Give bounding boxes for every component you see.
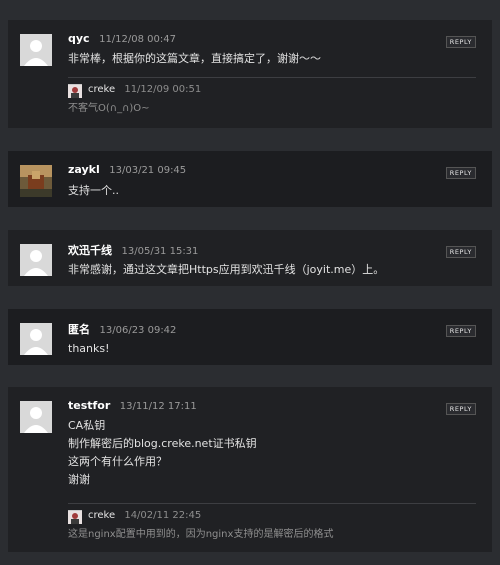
reply-button[interactable]: REPLY — [445, 325, 476, 337]
comment-text-line: 非常棒，根据你的这篇文章，直接搞定了，谢谢～～ — [68, 52, 321, 65]
reply-text: 这是nginx配置中用到的，因为nginx支持的是解密后的格式 — [68, 529, 334, 540]
reply-date: 11/12/09 00:51 — [124, 84, 202, 95]
comment-author[interactable]: 匿名 — [68, 323, 90, 336]
comment-author[interactable]: testfor — [68, 399, 110, 412]
comment-item: qyc 11/12/08 00:47 REPLY 非常棒，根据你的这篇文章，直接… — [8, 20, 492, 128]
comment-author[interactable]: qyc — [68, 32, 90, 45]
reply-button[interactable]: REPLY — [445, 36, 476, 48]
comment-author[interactable]: 欢迅千线 — [68, 244, 112, 257]
comment-item: 匿名 13/06/23 09:42 REPLY thanks! — [8, 309, 492, 365]
comment-body: 支持一个.. — [68, 182, 119, 200]
avatar — [68, 84, 82, 98]
reply-button[interactable]: REPLY — [445, 403, 476, 415]
comment-date: 11/12/08 00:47 — [99, 34, 176, 45]
comment-text-line: CA私钥 — [68, 419, 106, 432]
comment-text-line: thanks! — [68, 342, 110, 355]
comment-text-line: 制作解密后的blog.creke.net证书私钥 — [68, 437, 257, 450]
avatar — [20, 165, 52, 197]
comment-item: testfor 13/11/12 17:11 REPLY CA私钥 制作解密后的… — [8, 387, 492, 552]
comment-date: 13/11/12 17:11 — [119, 401, 197, 412]
comment-text-line: 谢谢 — [68, 473, 90, 486]
reply-meta: creke 11/12/09 00:51 — [88, 84, 201, 95]
comment-date: 13/03/21 09:45 — [109, 165, 187, 176]
reply-author[interactable]: creke — [88, 510, 115, 521]
avatar-placeholder-icon — [20, 401, 52, 433]
comment-meta: testfor 13/11/12 17:11 — [68, 399, 197, 412]
avatar-placeholder-icon — [20, 323, 52, 355]
comment-date: 13/06/23 09:42 — [99, 325, 177, 336]
reply-meta: creke 14/02/11 22:45 — [88, 510, 201, 521]
nested-reply: creke 14/02/11 22:45 这是nginx配置中用到的，因为ngi… — [68, 503, 476, 540]
nested-reply: creke 11/12/09 00:51 不客气O(∩_∩)O~ — [68, 77, 476, 114]
reply-text: 不客气O(∩_∩)O~ — [68, 103, 150, 114]
comment-body: 非常棒，根据你的这篇文章，直接搞定了，谢谢～～ — [68, 50, 321, 68]
comment-item: 欢迅千线 13/05/31 15:31 REPLY 非常感谢，通过这文章把Htt… — [8, 230, 492, 286]
comment-text-line: 非常感谢，通过这文章把Https应用到欢迅千线（joyit.me）上。 — [68, 263, 385, 276]
comment-meta: zaykl 13/03/21 09:45 — [68, 163, 186, 176]
comment-date: 13/05/31 15:31 — [121, 246, 199, 257]
comment-body: 非常感谢，通过这文章把Https应用到欢迅千线（joyit.me）上。 — [68, 261, 384, 279]
comment-meta: qyc 11/12/08 00:47 — [68, 32, 176, 45]
comment-body: thanks! — [68, 340, 110, 358]
reply-author[interactable]: creke — [88, 84, 115, 95]
comment-text-line: 这两个有什么作用？ — [68, 455, 167, 468]
avatar — [68, 510, 82, 524]
reply-date: 14/02/11 22:45 — [124, 510, 202, 521]
reply-button[interactable]: REPLY — [445, 246, 476, 258]
comment-author[interactable]: zaykl — [68, 163, 100, 176]
avatar-placeholder-icon — [20, 244, 52, 276]
comment-text-line: 支持一个.. — [68, 184, 119, 197]
comment-body: CA私钥 制作解密后的blog.creke.net证书私钥 这两个有什么作用？ … — [68, 417, 257, 489]
comment-item: zaykl 13/03/21 09:45 REPLY 支持一个.. — [8, 151, 492, 207]
comment-meta: 匿名 13/06/23 09:42 — [68, 321, 176, 337]
avatar-placeholder-icon — [20, 34, 52, 66]
reply-button[interactable]: REPLY — [445, 167, 476, 179]
comment-meta: 欢迅千线 13/05/31 15:31 — [68, 242, 198, 258]
